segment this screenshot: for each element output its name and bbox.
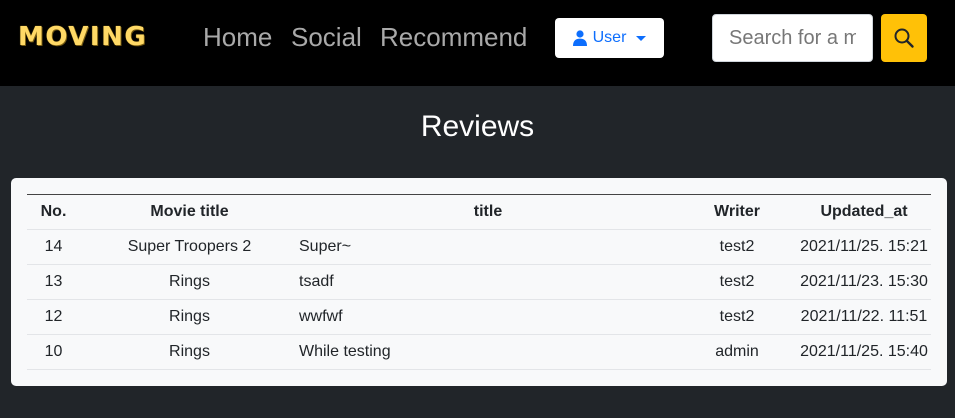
search-button[interactable]: [881, 14, 927, 62]
nav-link-social[interactable]: Social: [291, 22, 362, 53]
cell-no: 10: [27, 334, 80, 370]
reviews-card: No. Movie title title Writer Updated_at …: [11, 178, 947, 386]
cell-updated-at: 2021/11/23. 15:30: [797, 264, 931, 300]
table-row[interactable]: 10 Rings While testing admin 2021/11/25.…: [27, 334, 931, 370]
table-row[interactable]: 12 Rings wwfwf test2 2021/11/22. 11:51: [27, 299, 931, 335]
cell-review-title[interactable]: tsadf: [299, 264, 677, 300]
user-button-label: User: [592, 29, 627, 46]
column-header-title: title: [473, 203, 503, 220]
cell-no: 14: [27, 229, 80, 265]
cell-movie-title: Rings: [80, 334, 299, 370]
cell-review-title[interactable]: wwfwf: [299, 299, 677, 335]
page-title: Reviews: [420, 110, 535, 143]
cell-writer: test2: [677, 264, 797, 300]
cell-updated-at: 2021/11/22. 11:51: [797, 299, 931, 335]
table-header-row: No. Movie title title Writer Updated_at: [27, 194, 931, 230]
cell-movie-title: Rings: [80, 299, 299, 335]
column-header-no: No.: [40, 203, 67, 220]
table-row[interactable]: 13 Rings tsadf test2 2021/11/23. 15:30: [27, 264, 931, 300]
cell-no: 12: [27, 299, 80, 335]
cell-review-title[interactable]: While testing: [299, 334, 677, 370]
column-header-movie-title: Movie title: [150, 203, 229, 220]
cell-no: 13: [27, 264, 80, 300]
cell-review-title[interactable]: Super~: [299, 229, 677, 265]
cell-writer: test2: [677, 229, 797, 265]
cell-writer: test2: [677, 299, 797, 335]
brand-logo[interactable]: MOVING: [18, 22, 147, 52]
column-header-updated-at: Updated_at: [820, 203, 908, 220]
cell-updated-at: 2021/11/25. 15:40: [797, 334, 931, 370]
user-dropdown-button[interactable]: User: [555, 18, 664, 58]
cell-movie-title: Super Troopers 2: [80, 229, 299, 265]
cell-movie-title: Rings: [80, 264, 299, 300]
magnifier-icon: [894, 28, 914, 48]
person-icon: [572, 30, 587, 46]
search-input[interactable]: [712, 14, 873, 62]
reviews-table: No. Movie title title Writer Updated_at …: [27, 194, 931, 370]
navbar: MOVING Home Social Recommend User: [0, 0, 955, 86]
caret-down-icon: [636, 35, 647, 41]
table-row[interactable]: 14 Super Troopers 2 Super~ test2 2021/11…: [27, 229, 931, 265]
nav-link-recommend[interactable]: Recommend: [380, 22, 527, 53]
column-header-writer: Writer: [714, 203, 760, 220]
nav-link-home[interactable]: Home: [203, 22, 272, 53]
cell-updated-at: 2021/11/25. 15:21: [797, 229, 931, 265]
cell-writer: admin: [677, 334, 797, 370]
